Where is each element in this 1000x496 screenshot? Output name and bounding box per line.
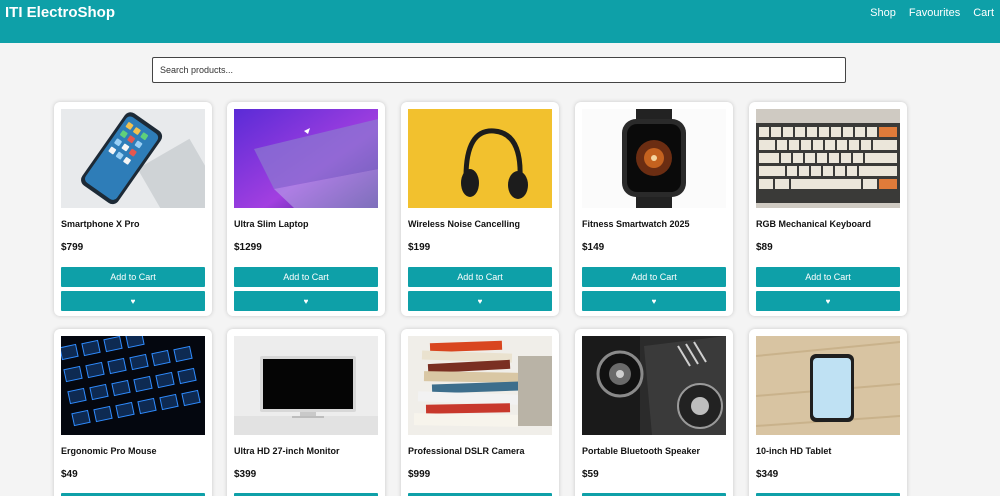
add-to-cart-button[interactable]: Add to Cart (61, 267, 205, 287)
product-price: $199 (408, 242, 431, 253)
product-price: $149 (582, 242, 605, 253)
product-card: Ultra Slim Laptop $1299 Add to Cart ♥ (227, 102, 385, 316)
product-card: Ultra HD 27-inch Monitor $399 Add to Car… (227, 329, 385, 496)
product-price: $349 (756, 469, 779, 480)
heart-icon: ♥ (477, 296, 483, 306)
favourite-button[interactable]: ♥ (408, 291, 552, 311)
product-card: RGB Mechanical Keyboard $89 Add to Cart … (749, 102, 907, 316)
product-image-keyboard[interactable] (756, 109, 900, 208)
add-to-cart-button[interactable]: Add to Cart (408, 267, 552, 287)
product-price: $799 (61, 242, 84, 253)
product-image-mouse[interactable] (61, 336, 205, 435)
product-price: $1299 (234, 242, 262, 253)
heart-icon: ♥ (651, 296, 657, 306)
product-name: Ergonomic Pro Mouse (61, 446, 157, 456)
favourite-button[interactable]: ♥ (61, 291, 205, 311)
product-card: Portable Bluetooth Speaker $59 Add to Ca… (575, 329, 733, 496)
product-image-headphones[interactable] (408, 109, 552, 208)
product-image-smartphone[interactable] (61, 109, 205, 208)
navbar: ITI ElectroShop Shop Favourites Cart (0, 0, 1000, 43)
product-name: Portable Bluetooth Speaker (582, 446, 701, 456)
heart-icon: ♥ (130, 296, 136, 306)
product-name: Ultra HD 27-inch Monitor (234, 446, 340, 456)
product-card: Wireless Noise Cancelling $199 Add to Ca… (401, 102, 559, 316)
product-card: Professional DSLR Camera $999 Add to Car… (401, 329, 559, 496)
product-name: Ultra Slim Laptop (234, 219, 309, 229)
search-input[interactable] (152, 57, 846, 83)
product-name: Wireless Noise Cancelling (408, 219, 520, 229)
nav-link-favourites[interactable]: Favourites (909, 7, 960, 19)
product-card: 10-inch HD Tablet $349 Add to Cart (749, 329, 907, 496)
product-price: $59 (582, 469, 599, 480)
heart-icon: ♥ (825, 296, 831, 306)
product-image-tablet[interactable] (756, 336, 900, 435)
product-price: $89 (756, 242, 773, 253)
add-to-cart-button[interactable]: Add to Cart (756, 267, 900, 287)
favourite-button[interactable]: ♥ (234, 291, 378, 311)
add-to-cart-button[interactable]: Add to Cart (234, 267, 378, 287)
product-name: 10-inch HD Tablet (756, 446, 832, 456)
product-name: Fitness Smartwatch 2025 (582, 219, 690, 229)
product-image-camera[interactable] (408, 336, 552, 435)
product-card: Smartphone X Pro $799 Add to Cart ♥ (54, 102, 212, 316)
brand-title[interactable]: ITI ElectroShop (5, 4, 115, 21)
nav-link-cart[interactable]: Cart (973, 7, 994, 19)
product-image-monitor[interactable] (234, 336, 378, 435)
add-to-cart-button[interactable]: Add to Cart (582, 267, 726, 287)
product-image-laptop[interactable] (234, 109, 378, 208)
product-card: Fitness Smartwatch 2025 $149 Add to Cart… (575, 102, 733, 316)
product-price: $49 (61, 469, 78, 480)
product-name: Professional DSLR Camera (408, 446, 525, 456)
product-image-speaker[interactable] (582, 336, 726, 435)
favourite-button[interactable]: ♥ (756, 291, 900, 311)
product-card: Ergonomic Pro Mouse $49 Add to Cart (54, 329, 212, 496)
product-name: Smartphone X Pro (61, 219, 140, 229)
nav-links: Shop Favourites Cart (857, 7, 994, 19)
product-price: $999 (408, 469, 431, 480)
favourite-button[interactable]: ♥ (582, 291, 726, 311)
product-name: RGB Mechanical Keyboard (756, 219, 872, 229)
nav-link-shop[interactable]: Shop (870, 7, 896, 19)
product-price: $399 (234, 469, 257, 480)
heart-icon: ♥ (303, 296, 309, 306)
product-image-smartwatch[interactable] (582, 109, 726, 208)
